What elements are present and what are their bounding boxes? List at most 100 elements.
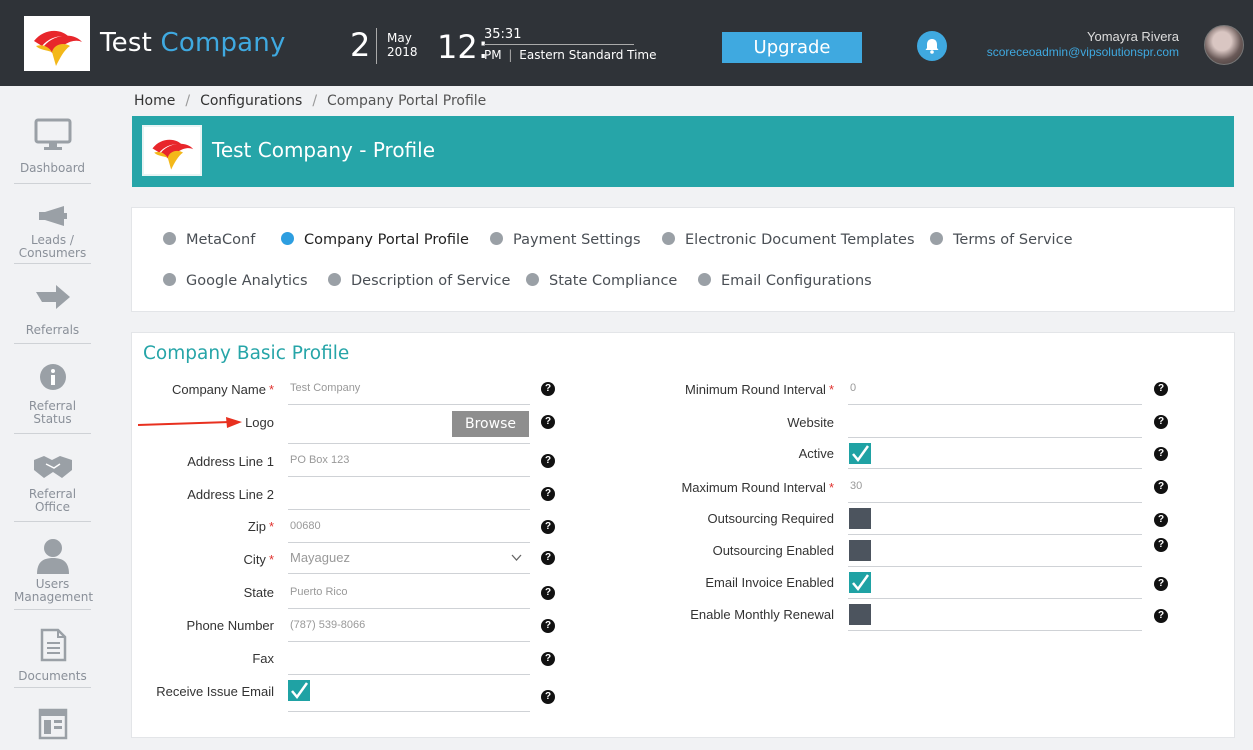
tab-dot: [490, 232, 503, 245]
time-zone-name: Eastern Standard Time: [519, 48, 657, 62]
address-line-1-label: Address Line 1: [187, 454, 274, 469]
address-line-2-input[interactable]: [288, 484, 530, 510]
tab-label: Description of Service: [351, 273, 511, 289]
maximum-round-interval-input[interactable]: 30: [848, 477, 1142, 503]
sidebar-item-referrals[interactable]: Referrals: [14, 282, 91, 344]
upgrade-button[interactable]: Upgrade: [722, 32, 862, 63]
notifications-button[interactable]: [917, 31, 947, 61]
breadcrumb-configurations[interactable]: Configurations: [200, 93, 302, 109]
required-mark: *: [268, 382, 274, 397]
help-icon[interactable]: ?: [541, 586, 555, 600]
monitor-icon: [34, 118, 71, 150]
date-month: May: [387, 31, 412, 45]
company-logo-icon: [34, 30, 82, 66]
help-icon[interactable]: ?: [1154, 447, 1168, 461]
tab-electronic-document-templates[interactable]: Electronic Document Templates: [662, 232, 915, 248]
website-input[interactable]: [848, 411, 1142, 438]
fax-input[interactable]: [288, 649, 530, 675]
help-icon[interactable]: ?: [541, 415, 555, 429]
fax-label: Fax: [252, 651, 274, 666]
email-invoice-enabled-label: Email Invoice Enabled: [705, 575, 834, 590]
sidebar-item-documents[interactable]: Documents: [14, 628, 91, 688]
sidebar-item-referral-status[interactable]: Referral Status: [14, 362, 91, 434]
tab-dot: [662, 232, 675, 245]
breadcrumb: Home / Configurations / Company Portal Profi…: [134, 93, 486, 109]
outsourcing-required-checkbox[interactable]: [849, 508, 871, 529]
city-select[interactable]: Mayaguez: [288, 547, 530, 574]
zip-input[interactable]: 00680: [288, 517, 530, 543]
help-icon[interactable]: ?: [541, 619, 555, 633]
help-icon[interactable]: ?: [541, 382, 555, 396]
email-invoice-enabled-checkbox[interactable]: [849, 572, 871, 593]
required-mark: *: [268, 552, 274, 567]
sidebar: Dashboard Leads / Consumers Referrals Re…: [0, 86, 104, 750]
tab-dot: [698, 273, 711, 286]
receive-issue-email-checkbox[interactable]: [288, 680, 310, 701]
outsourcing-enabled-checkbox[interactable]: [849, 540, 871, 561]
tab-state-compliance[interactable]: State Compliance: [526, 273, 677, 289]
user-name: Yomayra Rivera: [1086, 29, 1179, 44]
logo-label: Logo: [245, 415, 274, 430]
sidebar-item-dashboard[interactable]: Dashboard: [14, 118, 91, 184]
sidebar-item-layout[interactable]: [14, 708, 91, 750]
help-icon[interactable]: ?: [1154, 538, 1168, 552]
tab-company-portal-profile[interactable]: Company Portal Profile: [281, 232, 469, 248]
required-mark: *: [268, 519, 274, 534]
company-logo[interactable]: [24, 16, 90, 71]
sidebar-item-referral-office[interactable]: Referral Office: [14, 452, 91, 522]
help-icon[interactable]: ?: [541, 487, 555, 501]
help-icon[interactable]: ?: [1154, 382, 1168, 396]
company-name-label: Company Name *: [172, 382, 274, 397]
help-icon[interactable]: ?: [541, 454, 555, 468]
zip-label: Zip *: [247, 519, 274, 534]
tab-label: Email Configurations: [721, 273, 872, 289]
tab-terms-of-service[interactable]: Terms of Service: [930, 232, 1072, 248]
time-zone: PM | Eastern Standard Time: [484, 48, 657, 62]
tab-google-analytics[interactable]: Google Analytics: [163, 273, 308, 289]
sidebar-item-label: Documents: [18, 669, 87, 683]
help-icon[interactable]: ?: [1154, 609, 1168, 623]
city-select-value: Mayaguez: [290, 550, 350, 565]
address-line-1-input[interactable]: PO Box 123: [288, 451, 530, 477]
tab-dot: [163, 273, 176, 286]
tab-payment-settings[interactable]: Payment Settings: [490, 232, 641, 248]
checkmark-icon: [852, 574, 870, 592]
time-divider: [484, 44, 634, 45]
maximum-round-interval-label: Maximum Round Interval *: [681, 480, 834, 495]
tab-email-configurations[interactable]: Email Configurations: [698, 273, 872, 289]
phone-number-input[interactable]: (787) 539-8066: [288, 616, 530, 642]
brand-name-first: Test: [100, 28, 153, 58]
breadcrumb-home[interactable]: Home: [134, 93, 175, 109]
sidebar-item-label: Leads / Consumers: [18, 233, 87, 260]
help-icon[interactable]: ?: [541, 551, 555, 565]
browse-button[interactable]: Browse: [452, 411, 529, 437]
help-icon[interactable]: ?: [541, 690, 555, 704]
company-name-input[interactable]: Test Company: [288, 379, 530, 405]
avatar[interactable]: [1204, 25, 1244, 65]
enable-monthly-renewal-checkbox[interactable]: [849, 604, 871, 625]
tab-description-of-service[interactable]: Description of Service: [328, 273, 510, 289]
minimum-round-interval-label: Minimum Round Interval *: [685, 382, 834, 397]
help-icon[interactable]: ?: [541, 520, 555, 534]
minimum-round-interval-input[interactable]: 0: [848, 379, 1142, 405]
receive-issue-email-row: [288, 677, 530, 712]
checkmark-icon: [852, 445, 870, 463]
help-icon[interactable]: ?: [541, 652, 555, 666]
help-icon[interactable]: ?: [1154, 513, 1168, 527]
help-icon[interactable]: ?: [1154, 577, 1168, 591]
sidebar-item-leads[interactable]: Leads / Consumers: [14, 204, 91, 264]
help-icon[interactable]: ?: [1154, 415, 1168, 429]
bell-icon: [925, 39, 939, 54]
active-checkbox[interactable]: [849, 443, 871, 464]
sidebar-item-users-management[interactable]: Users Management: [14, 538, 93, 610]
help-icon[interactable]: ?: [1154, 480, 1168, 494]
address-line-2-label: Address Line 2: [187, 487, 274, 502]
state-input[interactable]: Puerto Rico: [288, 583, 530, 609]
receive-issue-email-label: Receive Issue Email: [156, 684, 274, 699]
date-month-year: May 2018: [387, 31, 418, 59]
brand-name: Test Company: [100, 28, 286, 58]
tab-metaconf[interactable]: MetaConf: [163, 232, 255, 248]
user-email[interactable]: scoreceoadmin@vipsolutionspr.com: [987, 45, 1179, 59]
required-mark: *: [828, 382, 834, 397]
date-divider: [376, 28, 377, 64]
